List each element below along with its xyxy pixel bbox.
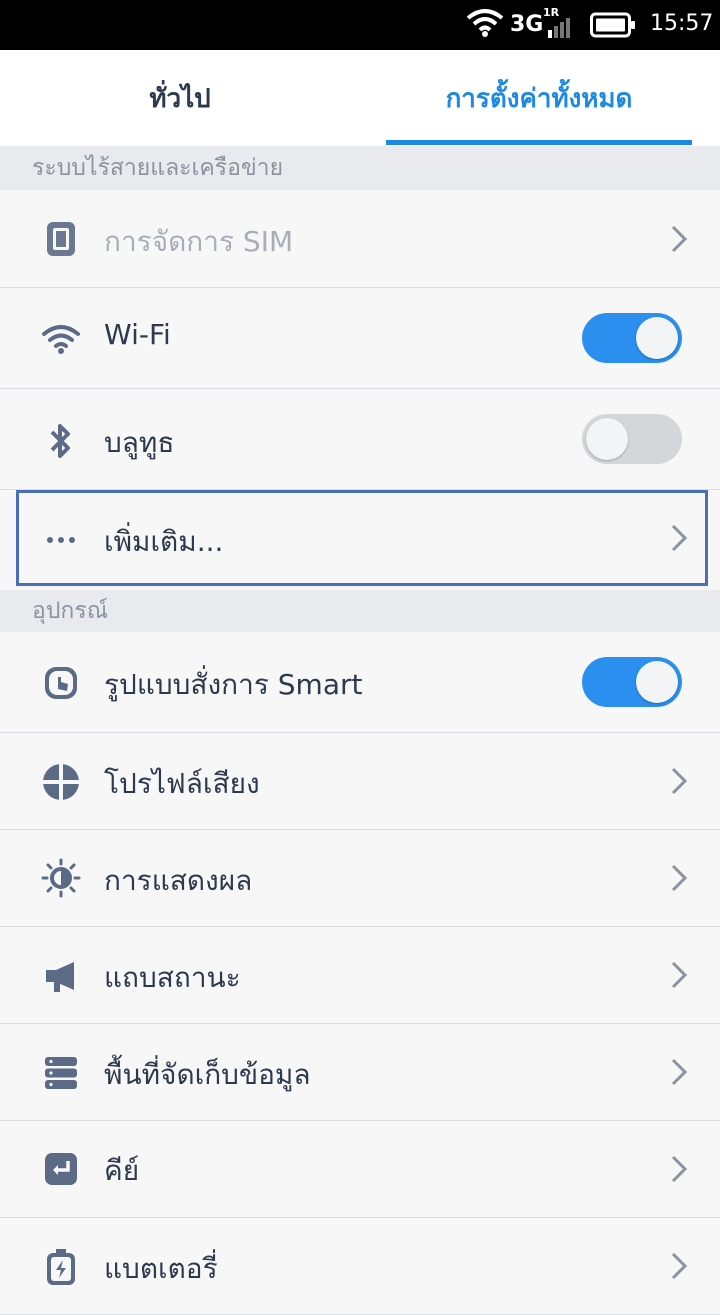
sound-profile-label: โปรไฟล์เสียง — [104, 767, 260, 800]
chevron-right-icon — [671, 225, 688, 253]
tab-all-settings[interactable]: การตั้งค่าทั้งหมด — [386, 50, 692, 146]
sim-management-label: การจัดการ SIM — [104, 225, 294, 258]
settings-item-storage[interactable]: พื้นที่จัดเก็บข้อมูล — [0, 1024, 720, 1121]
tab-active-indicator — [386, 140, 692, 145]
bluetooth-label: บลูทูธ — [104, 426, 175, 459]
status-bar: 3G 1R 15:57 — [0, 0, 720, 50]
cell-signal-icon — [548, 18, 570, 38]
settings-item-bluetooth[interactable]: บลูทูธ — [0, 389, 720, 490]
chevron-right-icon — [671, 961, 688, 989]
settings-item-battery[interactable]: แบตเตอรี่ — [0, 1218, 720, 1315]
network-type: 3G — [510, 12, 544, 37]
settings-item-display[interactable]: การแสดงผล — [0, 830, 720, 927]
sound-profile-icon — [38, 759, 84, 805]
settings-item-wifi[interactable]: Wi-Fi — [0, 288, 720, 389]
smart-gesture-label: รูปแบบสั่งการ Smart — [104, 668, 363, 701]
storage-label: พื้นที่จัดเก็บข้อมูล — [104, 1058, 311, 1091]
section-header-wireless: ระบบไร้สายและเครือข่าย — [0, 146, 720, 190]
tab-general[interactable]: ทั่วไป — [0, 50, 360, 146]
battery-label: แบตเตอรี่ — [104, 1252, 218, 1285]
smart-gesture-toggle[interactable] — [582, 657, 682, 707]
bluetooth-toggle[interactable] — [582, 414, 682, 464]
settings-item-sound-profile[interactable]: โปรไฟล์เสียง — [0, 733, 720, 830]
toggle-knob — [636, 661, 678, 703]
chevron-right-icon — [671, 1155, 688, 1183]
clock: 15:57 — [650, 11, 714, 36]
toggle-knob — [586, 418, 628, 460]
chevron-right-icon — [671, 1252, 688, 1280]
selection-highlight — [16, 490, 708, 586]
bluetooth-icon — [38, 418, 84, 464]
wifi-label: Wi-Fi — [104, 318, 171, 351]
wifi-toggle[interactable] — [582, 313, 682, 363]
settings-item-status-bar[interactable]: แถบสถานะ — [0, 927, 720, 1024]
key-icon — [38, 1146, 84, 1192]
smart-gesture-icon — [38, 660, 84, 706]
wifi-icon — [38, 315, 84, 361]
tab-bar: ทั่วไป การตั้งค่าทั้งหมด — [0, 50, 720, 146]
sim-icon — [38, 216, 84, 262]
status-bar-label: แถบสถานะ — [104, 961, 241, 994]
battery-status-icon — [590, 12, 635, 38]
settings-item-smart-gesture[interactable]: รูปแบบสั่งการ Smart — [0, 632, 720, 733]
chevron-right-icon — [671, 1058, 688, 1086]
wifi-signal-icon — [466, 9, 504, 37]
section-header-device: อุปกรณ์ — [0, 590, 720, 632]
chevron-right-icon — [671, 864, 688, 892]
storage-icon — [38, 1050, 84, 1096]
display-label: การแสดงผล — [104, 864, 253, 897]
settings-item-keys[interactable]: คีย์ — [0, 1121, 720, 1218]
battery-icon — [38, 1244, 84, 1290]
settings-item-sim-management[interactable]: การจัดการ SIM — [0, 190, 720, 288]
megaphone-icon — [38, 954, 84, 1000]
toggle-knob — [636, 317, 678, 359]
display-brightness-icon — [38, 855, 84, 901]
chevron-right-icon — [671, 767, 688, 795]
keys-label: คีย์ — [104, 1154, 140, 1187]
